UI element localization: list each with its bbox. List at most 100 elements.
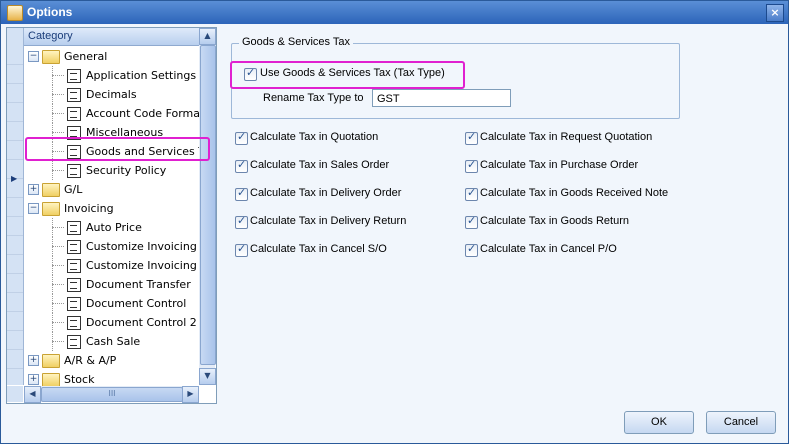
tree-connector xyxy=(52,113,64,114)
collapse-icon[interactable]: − xyxy=(28,51,39,62)
horizontal-scroll-thumb[interactable]: III xyxy=(41,387,183,402)
tree-connector xyxy=(52,218,53,237)
tree-connector xyxy=(52,246,64,247)
tree-node[interactable]: Application Settings xyxy=(24,66,204,85)
expand-icon[interactable]: + xyxy=(28,374,39,385)
rename-tax-type-label: Rename Tax Type to xyxy=(263,92,364,104)
option-label[interactable]: Calculate Tax in Purchase Order xyxy=(480,159,638,171)
tree-node-label: A/R & A/P xyxy=(64,354,117,367)
tree-node[interactable]: Document Control 2 xyxy=(24,313,204,332)
tree-node[interactable]: − Invoicing xyxy=(24,199,204,218)
tree-horizontal-scrollbar[interactable]: ◀ III ▶ xyxy=(24,386,199,403)
option-checkbox[interactable] xyxy=(235,214,248,229)
tree-connector xyxy=(52,275,53,294)
category-tree: ▶ Category − General Application Settings D… xyxy=(6,27,217,404)
document-icon xyxy=(67,107,81,121)
ok-button[interactable]: OK xyxy=(624,411,694,434)
option-checkbox[interactable] xyxy=(235,158,248,173)
option-checkbox[interactable] xyxy=(235,186,248,201)
option-checkbox[interactable] xyxy=(235,130,248,145)
option-checkbox[interactable] xyxy=(235,242,248,257)
tree-connector xyxy=(52,85,53,104)
row-selector-column xyxy=(7,28,24,388)
tree-node-label: Auto Price xyxy=(86,221,142,234)
scroll-down-button[interactable]: ▼ xyxy=(199,368,216,385)
option-checkbox[interactable] xyxy=(465,214,478,229)
gst-group-title: Goods & Services Tax xyxy=(239,36,354,48)
tree-node[interactable]: Customize Invoicing xyxy=(24,237,204,256)
folder-icon xyxy=(42,373,60,387)
tree-node[interactable]: Account Code Format xyxy=(24,104,204,123)
rename-tax-type-input[interactable]: GST xyxy=(372,89,511,107)
tree-connector xyxy=(52,313,53,332)
tree-connector xyxy=(52,256,53,275)
tree-node[interactable]: Customize Invoicing 2 xyxy=(24,256,207,275)
tree-node[interactable]: + A/R & A/P xyxy=(24,351,204,370)
option-label[interactable]: Calculate Tax in Goods Return xyxy=(480,215,629,227)
document-icon xyxy=(67,278,81,292)
option-label[interactable]: Calculate Tax in Quotation xyxy=(250,131,378,143)
tree-node-label: Invoicing xyxy=(64,202,114,215)
tree-node-label: Document Control xyxy=(86,297,187,310)
tree-node-label: Decimals xyxy=(86,88,137,101)
document-icon xyxy=(67,69,81,83)
option-label[interactable]: Calculate Tax in Cancel S/O xyxy=(250,243,387,255)
document-icon xyxy=(67,316,81,330)
app-icon xyxy=(7,5,23,21)
option-label[interactable]: Calculate Tax in Delivery Order xyxy=(250,187,401,199)
cancel-button[interactable]: Cancel xyxy=(706,411,776,434)
tree-connector xyxy=(52,66,53,85)
option-label[interactable]: Calculate Tax in Request Quotation xyxy=(480,131,652,143)
folder-icon xyxy=(42,202,60,216)
option-label[interactable]: Calculate Tax in Delivery Return xyxy=(250,215,406,227)
category-column-header[interactable]: Category xyxy=(24,28,203,46)
use-gst-label[interactable]: Use Goods & Services Tax (Tax Type) xyxy=(260,67,445,79)
option-checkbox[interactable] xyxy=(465,242,478,257)
tree-node[interactable]: Decimals xyxy=(24,85,204,104)
scroll-left-button[interactable]: ◀ xyxy=(24,386,41,403)
tree-connector xyxy=(52,227,64,228)
tree-connector xyxy=(52,237,53,256)
tree-node[interactable]: Auto Price xyxy=(24,218,204,237)
tree-node[interactable]: − General xyxy=(24,47,204,66)
option-label[interactable]: Calculate Tax in Sales Order xyxy=(250,159,389,171)
scroll-right-button[interactable]: ▶ xyxy=(182,386,199,403)
tree-node-label: Document Transfer xyxy=(86,278,191,291)
expand-icon[interactable]: + xyxy=(28,184,39,195)
tree-node[interactable]: Document Transfer xyxy=(24,275,204,294)
tree-node-label: Application Settings xyxy=(86,69,197,82)
tree-connector xyxy=(52,322,64,323)
tree-node-label: Security Policy xyxy=(86,164,167,177)
tree-node-label: Customize Invoicing xyxy=(86,240,197,253)
title-bar[interactable]: Options × xyxy=(1,1,788,24)
document-icon xyxy=(67,259,81,273)
tree-connector xyxy=(52,284,64,285)
option-checkbox[interactable] xyxy=(465,186,478,201)
tree-connector xyxy=(52,104,53,123)
document-icon xyxy=(67,297,81,311)
tree-node[interactable]: + G/L xyxy=(24,180,204,199)
tree-node[interactable]: Cash Sale xyxy=(24,332,204,351)
tree-connector xyxy=(52,341,64,342)
scroll-thumb[interactable] xyxy=(200,45,216,365)
tree-node-label: General xyxy=(64,50,108,63)
tree-node[interactable]: Document Control xyxy=(24,294,204,313)
option-label[interactable]: Calculate Tax in Cancel P/O xyxy=(480,243,617,255)
collapse-icon[interactable]: − xyxy=(28,203,39,214)
option-checkbox[interactable] xyxy=(465,158,478,173)
document-icon xyxy=(67,221,81,235)
tree-connector xyxy=(52,94,64,95)
tree-connector xyxy=(52,294,53,313)
use-gst-checkbox[interactable] xyxy=(244,66,257,81)
expand-icon[interactable]: + xyxy=(28,355,39,366)
tree-connector xyxy=(52,132,64,133)
tree-node[interactable]: Security Policy xyxy=(24,161,204,180)
tree-vertical-scrollbar[interactable]: ▲ ▼ xyxy=(199,28,216,385)
window-title: Options xyxy=(27,5,73,19)
document-icon xyxy=(67,240,81,254)
close-button[interactable]: × xyxy=(766,4,784,22)
option-label[interactable]: Calculate Tax in Goods Received Note xyxy=(480,187,668,199)
tree-node-label: G/L xyxy=(64,183,83,196)
option-checkbox[interactable] xyxy=(465,130,478,145)
scroll-up-button[interactable]: ▲ xyxy=(199,28,216,45)
